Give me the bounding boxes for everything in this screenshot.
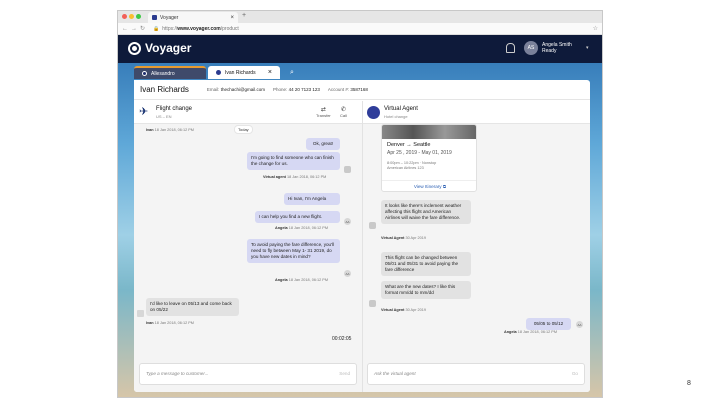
virtual-agent-message: It looks like there's inclement weather …: [381, 200, 471, 224]
slide-page-number: 8: [687, 380, 691, 387]
view-itinerary-link[interactable]: View Itinerary ⧉: [382, 180, 476, 189]
customer-header: Ivan Richards Email: thechachi@gmail.com…: [134, 80, 590, 100]
conversation-tabs: Allesandro Ivan Richards × ⌕: [134, 65, 297, 79]
customer-name: Ivan Richards: [140, 85, 189, 94]
customer-email: Email: thechachi@gmail.com: [206, 87, 266, 92]
destination-image: [382, 125, 476, 139]
user-menu[interactable]: Angela Smith Ready: [542, 42, 572, 54]
send-button[interactable]: Send: [339, 371, 350, 376]
browser-tab-title: Voyager: [160, 14, 179, 21]
url-field[interactable]: 🔒 https://www.voyager.com/product: [153, 26, 597, 32]
date-divider: Today: [234, 125, 253, 134]
agent-avatar: AA: [576, 321, 583, 328]
minimize-window-icon[interactable]: [129, 14, 134, 19]
address-bar: ← → ↻ 🔒 https://www.voyager.com/product …: [118, 23, 602, 35]
customer-message: I'd like to leave on 05/13 and come back…: [146, 298, 239, 316]
chevron-down-icon[interactable]: ▾: [586, 45, 589, 51]
bookmark-star-icon[interactable]: ☆: [593, 25, 598, 32]
call-timer: 00:02:05: [332, 336, 352, 342]
call-button[interactable]: ✆ Call: [340, 107, 347, 118]
message-meta: Virtual Agent 30 Apr 2019: [381, 236, 426, 240]
close-tab-icon[interactable]: ×: [230, 15, 234, 21]
case-locale: US – EN: [156, 114, 172, 119]
back-icon[interactable]: ←: [122, 26, 128, 32]
agent-message: To avoid paying the fare difference, you…: [247, 239, 340, 263]
virtual-agent-message: This flight can be changed between 05/01…: [381, 252, 471, 276]
flight-dates: Apr 25 , 2019 - May 01, 2019: [387, 150, 452, 156]
virtual-agent-chat: Denver → Seattle Apr 25 , 2019 - May 01,…: [363, 124, 590, 392]
agent-message: I can help you find a new flight.: [255, 211, 340, 223]
conversation-panel: Ivan Richards Email: thechachi@gmail.com…: [134, 80, 590, 392]
flight-route: Denver → Seattle: [387, 142, 431, 148]
virtual-agent-message: What are the new dates? I like this form…: [381, 281, 471, 299]
external-link-icon: ⧉: [442, 184, 447, 189]
message-meta: Ivan 18 Jan 2018, 06:12 PM: [146, 128, 194, 132]
customer-account: Account #: 3587168: [327, 87, 368, 92]
agent-message: 05/05 to 05/12: [526, 318, 571, 330]
case-title: Flight change: [156, 106, 193, 112]
virtual-agent-input[interactable]: Ask the virtual agent Go: [367, 363, 585, 385]
app-header: Voyager AS Angela Smith Ready ▾: [118, 35, 602, 63]
transfer-button[interactable]: ⇄ Transfer: [316, 107, 331, 118]
pane-divider: [362, 101, 363, 392]
message-meta: Ivan 18 Jan 2018, 06:12 PM: [146, 321, 194, 325]
customer-avatar-icon: [137, 310, 144, 317]
new-tab-button[interactable]: +: [242, 12, 246, 19]
url-path: /product: [220, 25, 239, 32]
go-button[interactable]: Go: [572, 371, 578, 376]
agent-message: I'm going to find someone who can finish…: [247, 152, 340, 170]
url-host: www.voyager.com: [177, 25, 221, 32]
customer-phone: Phone: 44 20 7123 123: [273, 87, 320, 92]
browser-tab[interactable]: Voyager ×: [148, 12, 238, 23]
voyager-logo-icon: [128, 41, 141, 55]
customer-message-input[interactable]: Type a message to customer... Send: [139, 363, 357, 385]
message-meta: Angela 18 Jan 2018, 06:12 PM: [275, 226, 328, 230]
agent-avatar: AA: [344, 270, 351, 277]
robot-icon: [369, 300, 376, 307]
reload-icon[interactable]: ↻: [140, 25, 145, 32]
voyager-logo: Voyager: [128, 41, 191, 55]
user-avatar[interactable]: AS: [524, 41, 538, 55]
close-window-icon[interactable]: [122, 14, 127, 19]
message-meta: Angela 18 Jan 2018, 06:12 PM: [504, 330, 557, 334]
flight-airline: American Airlines 123: [387, 166, 424, 170]
logo-text: Voyager: [145, 41, 192, 55]
message-meta: Angela 18 Jan 2018, 06:12 PM: [275, 278, 328, 282]
tab-ivan-richards[interactable]: Ivan Richards ×: [208, 66, 280, 79]
flight-card: Denver → Seattle Apr 25 , 2019 - May 01,…: [381, 124, 477, 192]
input-placeholder: Ask the virtual agent: [374, 371, 416, 376]
favicon-icon: [152, 15, 157, 20]
customer-chat: Ivan 18 Jan 2018, 06:12 PM Ok, great! I'…: [134, 124, 362, 392]
forward-icon[interactable]: →: [131, 26, 137, 32]
bell-icon[interactable]: [506, 43, 515, 53]
tab-label: Ivan Richards: [225, 69, 256, 76]
agent-message: Ok, great!: [306, 138, 340, 150]
maximize-window-icon[interactable]: [136, 14, 141, 19]
customer-dot-icon: [216, 70, 221, 75]
airplane-icon: ✈: [139, 106, 149, 118]
robot-icon: [344, 166, 351, 173]
info-icon: [142, 71, 147, 76]
url-prefix: https://: [162, 25, 178, 32]
browser-titlebar: Voyager × +: [118, 11, 602, 23]
lock-icon: 🔒: [153, 25, 160, 32]
message-meta: Virtual agent 18 Jan 2018, 06:12 PM: [263, 175, 327, 179]
virtual-agent-title: Virtual Agent: [384, 106, 418, 112]
browser-window: Voyager × + ← → ↻ 🔒 https://www.voyager.…: [117, 10, 603, 398]
user-status: Ready: [542, 48, 557, 54]
robot-icon: [369, 222, 376, 229]
search-icon[interactable]: ⌕: [287, 66, 297, 79]
agent-message: Hi Ivan, I'm Angela: [284, 193, 340, 205]
virtual-agent-subtitle: Hotel change: [384, 114, 408, 119]
close-icon[interactable]: ×: [268, 69, 272, 76]
message-meta: Virtual Agent 30 Apr 2019: [381, 308, 426, 312]
agent-avatar: AA: [344, 218, 351, 225]
app-background: Voyager AS Angela Smith Ready ▾ Allesand…: [118, 35, 602, 397]
flight-time: 8:00pm – 10:22pm · Nonstop: [387, 161, 437, 165]
input-placeholder: Type a message to customer...: [146, 371, 209, 376]
tab-allesandro[interactable]: Allesandro: [134, 66, 206, 79]
tab-label: Allesandro: [151, 70, 175, 77]
virtual-agent-avatar: [367, 106, 380, 119]
